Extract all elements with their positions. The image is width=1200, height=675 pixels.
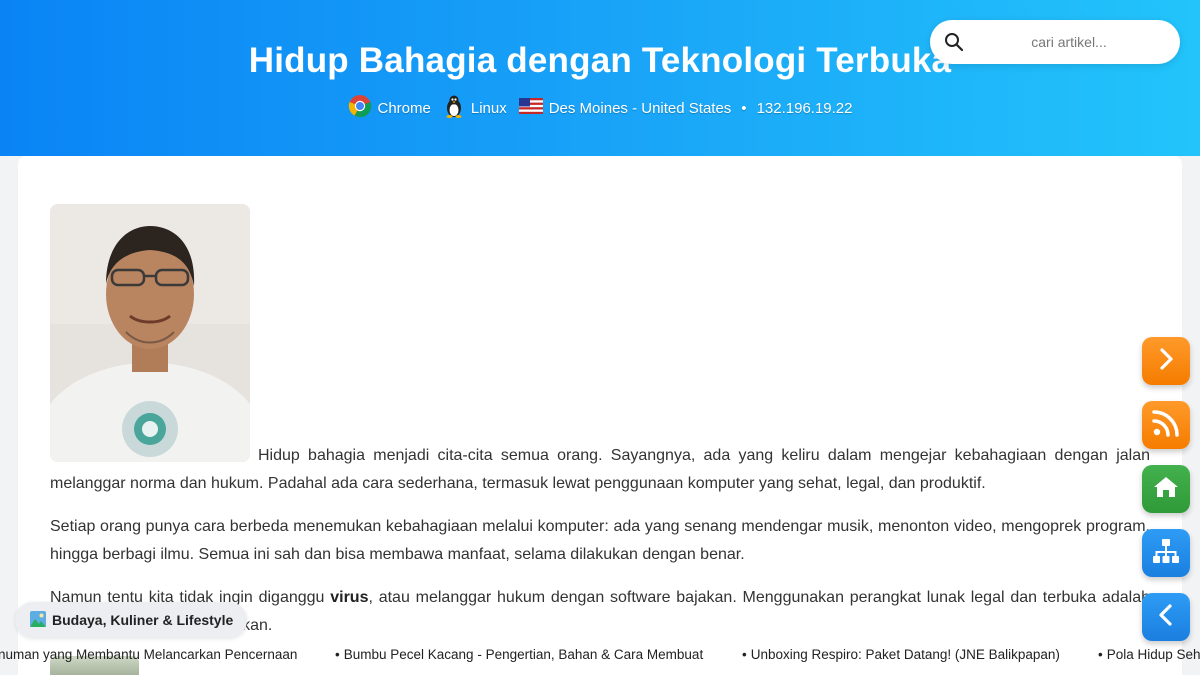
search-icon[interactable] — [944, 32, 964, 52]
location-label: Des Moines - United States — [548, 99, 732, 117]
paragraph-1: Hidup bahagia menjadi cita-cita semua or… — [50, 447, 1150, 492]
us-flag-icon — [518, 98, 543, 118]
search-input[interactable] — [974, 28, 1164, 56]
ticker-item[interactable]: • Bumbu Pecel Kacang - Pengertian, Bahan … — [335, 647, 703, 662]
ticker-item-text: numan yang Membantu Melancarkan Pencerna… — [0, 647, 298, 662]
category-badge[interactable]: Budaya, Kuliner & Lifestyle — [15, 602, 248, 638]
paragraph-2: Setiap orang punya cara berbeda menemuka… — [50, 518, 1150, 563]
visitor-info: Chrome Linux Des Moines - United States … — [0, 94, 1200, 122]
meta-separator: • — [741, 99, 747, 117]
search-box[interactable] — [930, 20, 1180, 64]
browser-info: Chrome — [348, 94, 431, 122]
linux-tux-icon — [443, 94, 465, 122]
chevron-right-icon — [1154, 347, 1178, 376]
location-info: Des Moines - United States • 132.196.19.… — [518, 98, 853, 118]
news-ticker: numan yang Membantu Melancarkan Pencerna… — [0, 643, 1200, 667]
ticker-item-text: Bumbu Pecel Kacang - Pengertian, Bahan &… — [343, 647, 704, 662]
category-label: Budaya, Kuliner & Lifestyle — [52, 612, 234, 628]
ticker-bullet: • — [742, 647, 747, 662]
ip-address: 132.196.19.22 — [756, 99, 853, 117]
ticker-item[interactable]: numan yang Membantu Melancarkan Pencerna… — [0, 647, 297, 662]
next-article-button[interactable] — [1142, 337, 1190, 385]
ticker-item[interactable]: • Pola Hidup Seh — [1098, 647, 1200, 662]
browser-label: Chrome — [377, 99, 431, 117]
chrome-icon — [348, 94, 372, 122]
home-button[interactable] — [1142, 465, 1190, 513]
ticker-item[interactable]: • Unboxing Respiro: Paket Datang! (JNE Ba… — [742, 647, 1060, 662]
rss-icon — [1152, 409, 1180, 442]
home-icon — [1152, 474, 1180, 505]
ticker-bullet: • — [335, 647, 340, 662]
chevron-left-icon — [1154, 603, 1178, 632]
ticker-item-text: Pola Hidup Seh — [1106, 647, 1200, 662]
os-label: Linux — [470, 99, 507, 117]
virus-keyword: virus — [330, 589, 369, 606]
os-info: Linux — [443, 94, 507, 122]
sitemap-button[interactable] — [1142, 529, 1190, 577]
ticker-bullet: • — [1098, 647, 1103, 662]
rss-feed-button[interactable] — [1142, 401, 1190, 449]
landscape-icon — [30, 610, 46, 630]
author-photo — [50, 204, 250, 462]
previous-article-button[interactable] — [1142, 593, 1190, 641]
sitemap-icon — [1151, 537, 1181, 570]
ticker-item-text: Unboxing Respiro: Paket Datang! (JNE Bal… — [750, 647, 1060, 662]
